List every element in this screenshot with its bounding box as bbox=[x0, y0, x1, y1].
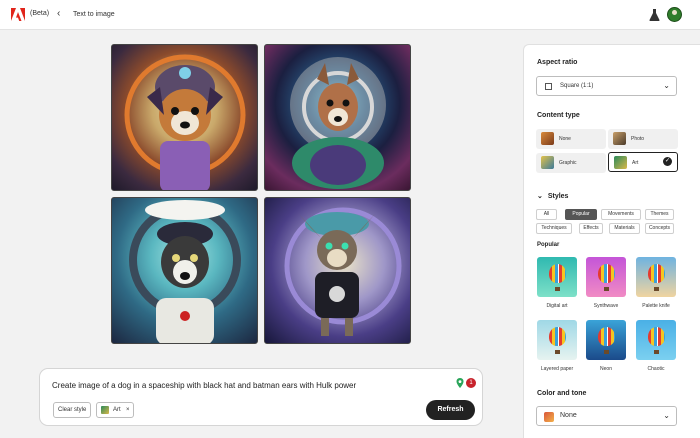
style-label: Synthwave bbox=[593, 303, 619, 309]
generated-image-3[interactable] bbox=[111, 197, 258, 344]
balloon-thumbnail bbox=[537, 257, 577, 297]
flask-icon[interactable] bbox=[649, 9, 660, 21]
style-synthwave[interactable]: Synthwave bbox=[586, 257, 626, 309]
content-type-graphic[interactable]: Graphic bbox=[536, 153, 606, 173]
style-chip-label: Art bbox=[113, 407, 121, 413]
balloon-thumbnail bbox=[586, 257, 626, 297]
aspect-ratio-value: Square (1:1) bbox=[560, 83, 594, 89]
styles-section-toggle[interactable]: ⌄ Styles bbox=[537, 192, 568, 200]
style-label: Neon bbox=[600, 366, 612, 372]
filter-movements[interactable]: Movements bbox=[601, 209, 641, 220]
balloon-thumbnail bbox=[636, 320, 676, 360]
back-chevron-icon[interactable]: ‹ bbox=[57, 8, 60, 20]
square-icon bbox=[545, 83, 552, 90]
style-palette-knife[interactable]: Palette knife bbox=[636, 257, 676, 309]
dog-astronaut-illustration bbox=[124, 54, 246, 190]
filter-themes[interactable]: Themes bbox=[645, 209, 674, 220]
filter-effects[interactable]: Effects bbox=[579, 223, 603, 234]
page-title: Text to image bbox=[73, 11, 115, 18]
style-layered-paper[interactable]: Layered paper bbox=[537, 320, 577, 372]
style-neon[interactable]: Neon bbox=[586, 320, 626, 372]
content-type-label: None bbox=[559, 136, 571, 142]
close-icon[interactable]: × bbox=[126, 403, 130, 417]
clear-style-button[interactable]: Clear style bbox=[53, 402, 92, 418]
chevron-down-icon: ⌄ bbox=[537, 193, 543, 200]
color-tone-value: None bbox=[560, 412, 577, 419]
chevron-down-icon: ⌄ bbox=[663, 411, 670, 420]
balloon-thumbnail bbox=[586, 320, 626, 360]
beta-label: (Beta) bbox=[30, 10, 50, 17]
adobe-logo-icon[interactable] bbox=[11, 8, 25, 21]
graphic-thumbnail-icon bbox=[541, 156, 554, 169]
filter-techniques[interactable]: Techniques bbox=[536, 223, 572, 234]
aspect-ratio-select[interactable]: Square (1:1) ⌄ bbox=[536, 76, 677, 96]
dog-astronaut-illustration bbox=[290, 57, 386, 189]
generated-image-4[interactable] bbox=[264, 197, 411, 344]
content-type-photo[interactable]: Photo bbox=[608, 129, 678, 149]
aspect-ratio-title: Aspect ratio bbox=[537, 59, 578, 66]
none-thumbnail-icon bbox=[544, 412, 554, 422]
dog-astronaut-illustration bbox=[284, 207, 402, 336]
location-pin-icon[interactable] bbox=[456, 378, 464, 388]
style-label: Chaotic bbox=[647, 366, 665, 372]
photo-thumbnail-icon bbox=[613, 132, 626, 145]
color-tone-select[interactable]: None ⌄ bbox=[536, 406, 677, 426]
color-tone-title: Color and tone bbox=[537, 390, 587, 397]
content-type-none[interactable]: None bbox=[536, 129, 606, 149]
refresh-button[interactable]: Refresh bbox=[426, 400, 475, 420]
avatar[interactable] bbox=[667, 7, 682, 22]
popular-title: Popular bbox=[537, 242, 560, 248]
style-label: Layered paper bbox=[540, 366, 574, 372]
balloon-thumbnail bbox=[636, 257, 676, 297]
generated-image-1[interactable] bbox=[111, 44, 258, 191]
filter-concepts[interactable]: Concepts bbox=[645, 223, 674, 234]
checkmark-icon: ✓ bbox=[663, 157, 672, 166]
style-label: Digital art bbox=[546, 303, 568, 309]
none-thumbnail-icon bbox=[541, 132, 554, 145]
style-chip-art: Art × bbox=[96, 402, 134, 418]
style-chaotic[interactable]: Chaotic bbox=[636, 320, 676, 372]
content-type-label: Graphic bbox=[559, 160, 577, 166]
content-type-title: Content type bbox=[537, 112, 580, 119]
generated-image-2[interactable] bbox=[264, 44, 411, 191]
content-type-art[interactable]: Art ✓ bbox=[608, 152, 678, 172]
styles-title: Styles bbox=[547, 193, 569, 200]
filter-all[interactable]: All bbox=[536, 209, 557, 220]
settings-panel: Aspect ratio Square (1:1) ⌄ Content type… bbox=[523, 44, 700, 438]
content-type-label: Art bbox=[632, 160, 639, 166]
art-thumbnail-icon bbox=[614, 156, 627, 169]
top-bar: (Beta) ‹ Text to image bbox=[0, 0, 700, 30]
balloon-thumbnail bbox=[537, 320, 577, 360]
filter-popular[interactable]: Popular bbox=[565, 209, 597, 220]
filter-materials[interactable]: Materials bbox=[609, 223, 640, 234]
style-label: Palette knife bbox=[642, 303, 670, 309]
chevron-down-icon: ⌄ bbox=[663, 81, 670, 90]
content-type-label: Photo bbox=[631, 136, 645, 142]
art-thumbnail-icon bbox=[101, 406, 109, 414]
dog-astronaut-illustration bbox=[129, 200, 241, 343]
notification-badge[interactable]: 1 bbox=[466, 378, 476, 388]
prompt-box: Create image of a dog in a spaceship wit… bbox=[39, 368, 483, 426]
style-digital-art[interactable]: Digital art bbox=[537, 257, 577, 309]
prompt-input[interactable]: Create image of a dog in a spaceship wit… bbox=[52, 381, 356, 390]
